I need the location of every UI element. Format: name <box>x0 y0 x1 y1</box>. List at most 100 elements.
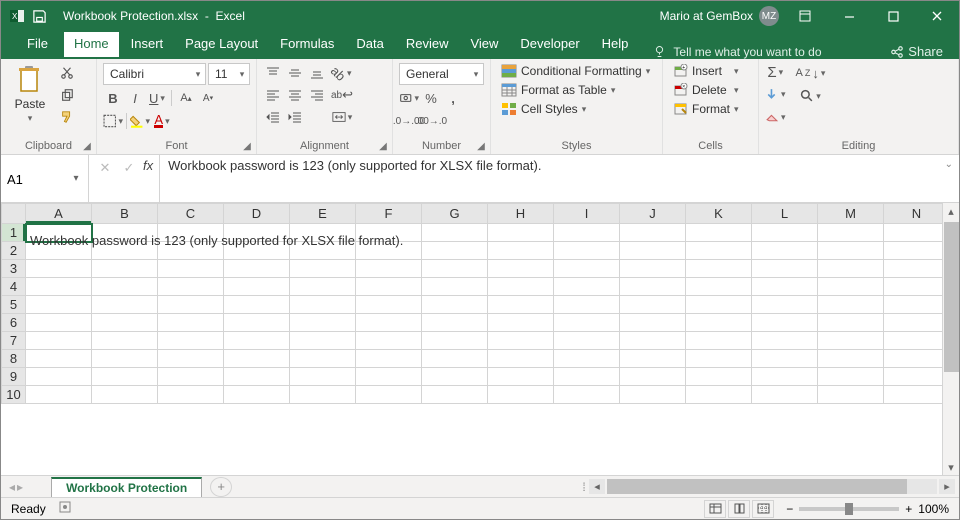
col-header[interactable]: F <box>356 204 422 224</box>
cell-a1[interactable]: Workbook password is 123 (only supported… <box>26 224 92 242</box>
align-right-icon[interactable] <box>307 85 327 105</box>
insert-function-icon[interactable]: fx <box>143 158 153 173</box>
percent-icon[interactable]: % <box>421 88 441 108</box>
new-sheet-button[interactable]: + <box>210 477 232 497</box>
tab-insert[interactable]: Insert <box>121 32 174 59</box>
zoom-slider[interactable] <box>799 507 899 511</box>
tab-data[interactable]: Data <box>346 32 393 59</box>
share-button[interactable]: Share <box>890 44 943 59</box>
col-header[interactable]: D <box>224 204 290 224</box>
name-box-dropdown[interactable]: ▾ <box>67 173 85 184</box>
underline-button[interactable]: U▾ <box>147 88 167 108</box>
paste-button[interactable]: Paste ▾ <box>7 63 53 124</box>
hscroll-right[interactable]: ▸ <box>939 479 955 494</box>
sort-filter-button[interactable]: AZ↓▾ <box>796 63 826 83</box>
row-header[interactable]: 1 <box>2 224 26 242</box>
clipboard-dialog-launcher[interactable]: ◢ <box>82 141 92 151</box>
number-dialog-launcher[interactable]: ◢ <box>476 141 486 151</box>
align-middle-icon[interactable] <box>285 63 305 83</box>
view-page-break-icon[interactable] <box>752 500 774 518</box>
format-cells-button[interactable]: Format▾ <box>669 101 743 117</box>
row-header[interactable]: 6 <box>2 314 26 332</box>
col-header[interactable]: C <box>158 204 224 224</box>
tell-me-search[interactable]: Tell me what you want to do <box>640 44 888 59</box>
save-icon[interactable] <box>31 8 47 24</box>
cell-styles-button[interactable]: Cell Styles▾ <box>497 101 654 117</box>
tab-review[interactable]: Review <box>396 32 459 59</box>
shrink-font-icon[interactable]: A▾ <box>198 88 218 108</box>
font-dialog-launcher[interactable]: ◢ <box>242 141 252 151</box>
cancel-formula-icon[interactable]: ✕ <box>95 158 115 178</box>
tab-help[interactable]: Help <box>592 32 639 59</box>
col-header[interactable]: G <box>422 204 488 224</box>
row-header[interactable]: 2 <box>2 242 26 260</box>
col-header[interactable]: H <box>488 204 554 224</box>
zoom-in-button[interactable]: + <box>905 502 912 516</box>
col-header[interactable]: N <box>884 204 950 224</box>
zoom-out-button[interactable]: − <box>786 502 793 516</box>
row-header[interactable]: 7 <box>2 332 26 350</box>
copy-icon[interactable] <box>57 85 77 105</box>
user-account[interactable]: Mario at GemBox MZ <box>660 6 783 26</box>
delete-cells-button[interactable]: ×Delete▾ <box>669 82 743 98</box>
row-header[interactable]: 10 <box>2 386 26 404</box>
decrease-decimal-icon[interactable]: .00→.0 <box>421 111 441 131</box>
col-header[interactable]: K <box>686 204 752 224</box>
col-header[interactable]: I <box>554 204 620 224</box>
tab-view[interactable]: View <box>460 32 508 59</box>
sheet-nav-prev[interactable]: ◂ <box>9 480 15 494</box>
fill-button[interactable]: ▾ <box>765 85 786 104</box>
grow-font-icon[interactable]: A▴ <box>176 88 196 108</box>
vertical-scrollbar[interactable]: ▴ ▾ <box>942 203 959 475</box>
fill-color-button[interactable]: ▾ <box>130 111 150 131</box>
tab-page-layout[interactable]: Page Layout <box>175 32 268 59</box>
expand-formula-bar-icon[interactable]: ⌄ <box>945 159 953 170</box>
font-size-dropdown[interactable]: 11▾ <box>208 63 250 85</box>
minimize-button[interactable] <box>827 1 871 31</box>
font-color-button[interactable]: A▾ <box>152 111 172 131</box>
zoom-control[interactable]: − + 100% <box>786 502 949 516</box>
ribbon-options-button[interactable] <box>783 1 827 31</box>
conditional-formatting-button[interactable]: Conditional Formatting▾ <box>497 63 654 79</box>
borders-button[interactable]: ▾ <box>103 111 123 131</box>
merge-button[interactable]: ▾ <box>331 107 353 127</box>
tab-file[interactable]: File <box>17 32 58 59</box>
row-header[interactable]: 3 <box>2 260 26 278</box>
col-header[interactable]: B <box>92 204 158 224</box>
tab-developer[interactable]: Developer <box>510 32 589 59</box>
maximize-button[interactable] <box>871 1 915 31</box>
col-header[interactable]: J <box>620 204 686 224</box>
col-header[interactable]: L <box>752 204 818 224</box>
format-painter-icon[interactable] <box>57 107 77 127</box>
col-header[interactable]: A <box>26 204 92 224</box>
indent-decrease-icon[interactable] <box>263 107 283 127</box>
formula-input[interactable]: Workbook password is 123 (only supported… <box>160 155 959 202</box>
hscroll-left[interactable]: ◂ <box>589 479 605 494</box>
font-name-dropdown[interactable]: Calibri▾ <box>103 63 206 85</box>
autosum-button[interactable]: Σ▾ <box>765 63 786 82</box>
find-select-button[interactable]: ▾ <box>796 86 826 106</box>
accounting-format-icon[interactable]: ▾ <box>399 88 419 108</box>
worksheet-grid[interactable]: A B C D E F G H I J K L M N 1 Workbook p… <box>1 203 959 475</box>
align-top-icon[interactable] <box>263 63 283 83</box>
tab-formulas[interactable]: Formulas <box>270 32 344 59</box>
sheet-nav-next[interactable]: ▸ <box>17 480 23 494</box>
name-box-input[interactable] <box>1 169 67 191</box>
cut-icon[interactable] <box>57 63 77 83</box>
col-header[interactable]: M <box>818 204 884 224</box>
align-left-icon[interactable] <box>263 85 283 105</box>
wrap-text-icon[interactable]: ab↩ <box>331 85 353 105</box>
select-all-corner[interactable] <box>2 204 26 224</box>
row-header[interactable]: 9 <box>2 368 26 386</box>
insert-cells-button[interactable]: +Insert▾ <box>669 63 743 79</box>
row-header[interactable]: 4 <box>2 278 26 296</box>
alignment-dialog-launcher[interactable]: ◢ <box>378 141 388 151</box>
bold-button[interactable]: B <box>103 88 123 108</box>
align-bottom-icon[interactable] <box>307 63 327 83</box>
italic-button[interactable]: I <box>125 88 145 108</box>
clear-button[interactable]: ▾ <box>765 108 786 127</box>
align-center-icon[interactable] <box>285 85 305 105</box>
row-header[interactable]: 5 <box>2 296 26 314</box>
macro-record-icon[interactable] <box>58 500 72 517</box>
format-as-table-button[interactable]: Format as Table▾ <box>497 82 654 98</box>
